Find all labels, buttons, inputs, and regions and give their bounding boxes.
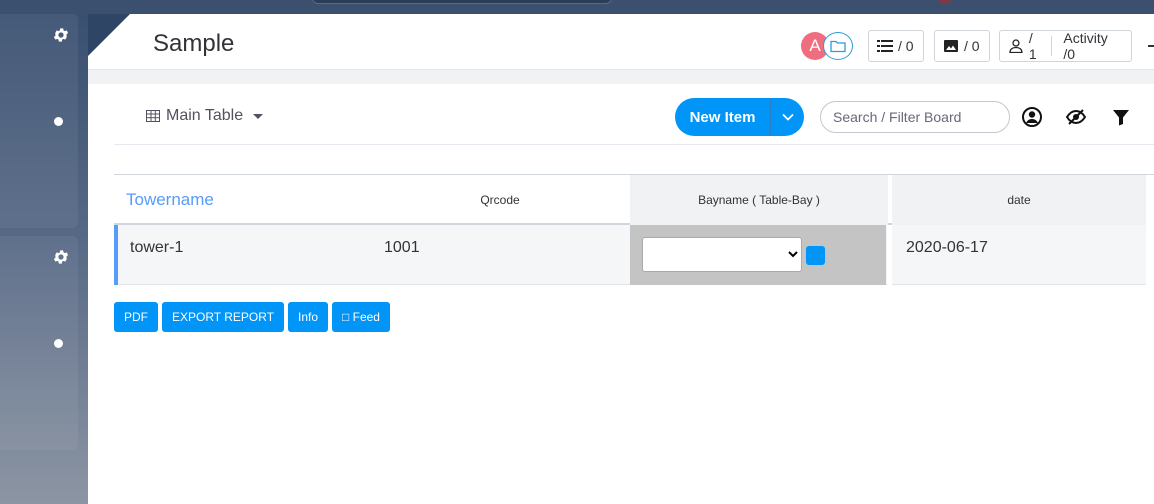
- cell-date[interactable]: 2020-06-17: [906, 239, 988, 257]
- image-icon: [944, 40, 958, 52]
- activity-label: Activity /0: [1063, 30, 1108, 62]
- page-title: Sample: [153, 30, 235, 57]
- new-item-label: New Item: [689, 108, 756, 126]
- more-menu-icon[interactable]: [1148, 45, 1154, 47]
- table-row[interactable]: tower-1 1001 2020-06-17: [114, 225, 1146, 285]
- feed-button[interactable]: □ Feed: [332, 302, 390, 332]
- caret-down-icon: [253, 113, 264, 119]
- main-area: Sample A / 0 / 0 / 1 Activity /0 Main Ta…: [88, 14, 1154, 504]
- divider: [1051, 36, 1053, 56]
- files-button[interactable]: / 0: [934, 30, 990, 62]
- sidebar-dot[interactable]: [54, 339, 63, 348]
- table-icon: [146, 110, 160, 122]
- cell-bayname: [630, 225, 886, 285]
- export-report-button[interactable]: EXPORT REPORT: [162, 302, 285, 332]
- list-icon: [877, 40, 893, 52]
- column-header-towername[interactable]: Towername: [126, 175, 214, 225]
- sidebar-dot[interactable]: [54, 117, 63, 126]
- updates-count: / 0: [898, 38, 914, 54]
- info-button[interactable]: Info: [288, 302, 329, 332]
- column-separator: [887, 225, 892, 285]
- cell-towername[interactable]: tower-1: [130, 239, 183, 257]
- person-filter-icon[interactable]: [1021, 106, 1043, 128]
- left-sidebar: [0, 14, 88, 504]
- members-count: / 1: [1028, 30, 1037, 62]
- sidebar-panel: [0, 236, 78, 450]
- column-header-bayname[interactable]: Bayname ( Table-Bay ): [630, 175, 888, 225]
- folder-icon[interactable]: [823, 32, 853, 60]
- cell-qrcode[interactable]: 1001: [384, 239, 420, 257]
- sidebar-panel: [0, 14, 78, 228]
- column-header-date[interactable]: date: [892, 175, 1146, 225]
- person-icon: [1009, 39, 1023, 53]
- content-background: [88, 70, 1154, 84]
- hide-eye-icon[interactable]: [1065, 106, 1087, 128]
- filter-icon[interactable]: [1110, 106, 1132, 128]
- files-count: / 0: [964, 38, 980, 54]
- browser-top-strip: [0, 0, 1154, 14]
- table-header: Towername Qrcode Bayname ( Table-Bay ) d…: [114, 175, 1146, 225]
- search-input[interactable]: [820, 101, 1010, 133]
- toolbar-divider: [114, 144, 1154, 145]
- group-color-flag: [114, 225, 118, 285]
- view-selector[interactable]: Main Table: [146, 107, 264, 125]
- new-item-button[interactable]: New Item: [675, 98, 804, 136]
- bayname-select[interactable]: [642, 237, 802, 272]
- view-label: Main Table: [166, 107, 244, 124]
- board-table: Towername Qrcode Bayname ( Table-Bay ) d…: [114, 175, 1146, 285]
- bay-add-button[interactable]: [806, 246, 825, 265]
- members-activity-button[interactable]: / 1 Activity /0: [999, 30, 1132, 62]
- chevron-down-icon[interactable]: [771, 113, 804, 121]
- action-buttons: PDF EXPORT REPORT Info □ Feed: [114, 302, 390, 332]
- board-header: Sample A / 0 / 0 / 1 Activity /0: [88, 14, 1154, 70]
- pdf-button[interactable]: PDF: [114, 302, 158, 332]
- gear-icon[interactable]: [52, 26, 70, 44]
- gear-icon[interactable]: [52, 248, 70, 266]
- top-indicator-dot: [938, 0, 952, 4]
- top-search-pill[interactable]: [312, 0, 612, 4]
- collapse-corner[interactable]: [88, 14, 130, 56]
- column-header-qrcode[interactable]: Qrcode: [470, 175, 530, 225]
- updates-button[interactable]: / 0: [868, 30, 924, 62]
